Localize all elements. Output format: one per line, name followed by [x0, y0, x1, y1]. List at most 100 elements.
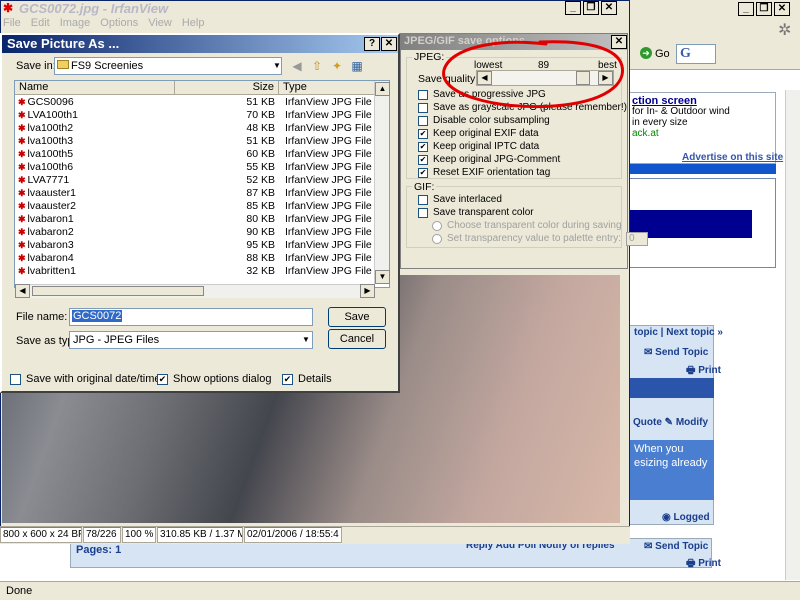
show-options-dialog-option[interactable]: ✔ Show options dialog: [157, 373, 271, 385]
close-icon[interactable]: ✕: [774, 2, 790, 16]
keep-comment-option[interactable]: ✔ Keep original JPG-Comment: [418, 153, 627, 166]
close-icon[interactable]: ✕: [601, 1, 617, 15]
restore-icon[interactable]: ❐: [583, 1, 599, 15]
save-button[interactable]: Save: [328, 307, 386, 327]
file-name: lva100th3: [27, 135, 74, 147]
scroll-up-icon[interactable]: ▲: [375, 82, 390, 96]
file-row[interactable]: ✱ lvabaron3 95 KB IrfanView JPG File: [15, 239, 375, 252]
menu-image[interactable]: Image: [60, 17, 91, 29]
checkbox-checked-icon[interactable]: ✔: [418, 128, 428, 139]
save-transparent-option[interactable]: Save transparent color: [418, 206, 648, 219]
file-row[interactable]: ✱ lvabritten1 32 KB IrfanView JPG File: [15, 265, 375, 278]
new-folder-icon[interactable]: ✦: [329, 58, 345, 74]
save-original-date-option[interactable]: Save with original date/time: [10, 373, 161, 385]
restore-icon[interactable]: ❐: [756, 2, 772, 16]
file-row[interactable]: ✱ lvaauster1 87 KB IrfanView JPG File: [15, 187, 375, 200]
scroll-left-icon[interactable]: ◀: [15, 284, 30, 298]
disable-subsampling-option[interactable]: Disable color subsampling: [418, 114, 627, 127]
option-label: Save transparent color: [433, 206, 534, 218]
back-icon[interactable]: ◀: [289, 58, 305, 74]
help-icon[interactable]: ?: [364, 37, 380, 51]
file-list-vscrollbar[interactable]: [374, 81, 389, 284]
keep-iptc-option[interactable]: ✔ Keep original IPTC data: [418, 140, 627, 153]
option-label: Keep original IPTC data: [433, 140, 540, 152]
file-row[interactable]: ✱ LVA7771 52 KB IrfanView JPG File: [15, 174, 375, 187]
close-icon[interactable]: ✕: [381, 37, 397, 51]
option-label: Disable color subsampling: [433, 114, 550, 126]
file-row[interactable]: ✱ lva100th6 55 KB IrfanView JPG File: [15, 161, 375, 174]
hscroll-thumb[interactable]: [32, 286, 204, 296]
send-topic-link[interactable]: ✉ Send Topic: [644, 347, 708, 358]
menu-options[interactable]: Options: [100, 17, 138, 29]
chevron-down-icon[interactable]: ▼: [300, 332, 312, 348]
advertise-link[interactable]: Advertise on this site: [682, 152, 783, 163]
radio-icon[interactable]: [432, 220, 442, 231]
print-link[interactable]: 🖶 Print: [686, 556, 721, 573]
topic-nav-links[interactable]: topic | Next topic »: [634, 327, 723, 338]
ad-link[interactable]: ack.at: [632, 128, 659, 139]
save-interlaced-option[interactable]: Save interlaced: [418, 193, 648, 206]
file-name: lvaauster1: [27, 187, 76, 199]
go-button[interactable]: Go: [655, 48, 670, 60]
browser-scrollbar[interactable]: [785, 90, 800, 580]
menu-edit[interactable]: Edit: [31, 17, 50, 29]
file-row[interactable]: ✱ lvabaron1 80 KB IrfanView JPG File: [15, 213, 375, 226]
scroll-down-icon[interactable]: ▼: [375, 270, 390, 284]
file-row[interactable]: ✱ lva100th2 48 KB IrfanView JPG File: [15, 122, 375, 135]
checkbox-unchecked-icon[interactable]: [418, 194, 428, 205]
checkbox-unchecked-icon[interactable]: [10, 373, 21, 385]
up-folder-icon[interactable]: ⇧: [309, 58, 325, 74]
jpg-file-icon: ✱: [18, 162, 26, 172]
checkbox-unchecked-icon[interactable]: [418, 115, 428, 126]
reset-orientation-option[interactable]: ✔ Reset EXIF orientation tag: [418, 166, 627, 179]
modify-link[interactable]: Modify: [676, 417, 708, 428]
choose-transparent-radio[interactable]: Choose transparent color during saving: [418, 219, 648, 232]
menu-view[interactable]: View: [148, 17, 172, 29]
checkbox-checked-icon[interactable]: ✔: [418, 141, 428, 152]
checkbox-unchecked-icon[interactable]: [418, 207, 428, 218]
palette-entry-input[interactable]: 0: [626, 231, 648, 246]
view-menu-icon[interactable]: ▦: [349, 58, 365, 74]
set-transparency-radio[interactable]: Set transparency value to palette entry:…: [418, 231, 648, 246]
jpg-file-icon: ✱: [18, 253, 26, 263]
radio-icon[interactable]: [432, 233, 442, 244]
save-in-label: Save in:: [16, 60, 56, 72]
minimize-icon[interactable]: _: [565, 1, 581, 15]
column-size[interactable]: Size: [175, 81, 279, 95]
save-as-type-dropdown[interactable]: JPG - JPEG Files: [69, 331, 313, 349]
send-topic-link[interactable]: ✉ Send Topic: [644, 541, 708, 552]
file-type: IrfanView JPG File: [285, 135, 372, 147]
file-name-input[interactable]: GCS0072: [69, 308, 313, 326]
file-row[interactable]: ✱ lva100th3 51 KB IrfanView JPG File: [15, 135, 375, 148]
file-row[interactable]: ✱ LVA100th1 70 KB IrfanView JPG File: [15, 109, 375, 122]
file-row[interactable]: ✱ lvaauster2 85 KB IrfanView JPG File: [15, 200, 375, 213]
details-option[interactable]: ✔ Details: [282, 373, 332, 385]
menu-file[interactable]: File: [3, 17, 21, 29]
file-row[interactable]: ✱ lvabaron4 88 KB IrfanView JPG File: [15, 252, 375, 265]
file-row[interactable]: ✱ lvabaron2 90 KB IrfanView JPG File: [15, 226, 375, 239]
column-type[interactable]: Type: [279, 81, 375, 95]
ad-text-line: in every size: [632, 117, 688, 128]
checkbox-checked-icon[interactable]: ✔: [282, 373, 293, 385]
file-type: IrfanView JPG File: [285, 96, 372, 108]
google-search-icon[interactable]: G: [676, 44, 716, 64]
keep-exif-option[interactable]: ✔ Keep original EXIF data: [418, 127, 627, 140]
checkbox-checked-icon[interactable]: ✔: [418, 154, 428, 165]
scroll-right-icon[interactable]: ▶: [360, 284, 375, 298]
checkbox-unchecked-icon[interactable]: [418, 89, 428, 100]
minimize-icon[interactable]: _: [738, 2, 754, 16]
menu-help[interactable]: Help: [182, 17, 205, 29]
go-arrow-icon[interactable]: ➜: [640, 47, 652, 59]
save-in-dropdown[interactable]: FS9 Screenies: [54, 57, 282, 75]
chevron-down-icon[interactable]: ▼: [272, 58, 282, 74]
cancel-button[interactable]: Cancel: [328, 329, 386, 349]
quote-link[interactable]: Quote: [633, 417, 662, 428]
file-row[interactable]: ✱ GCS0096 51 KB IrfanView JPG File: [15, 96, 375, 109]
file-type: IrfanView JPG File: [285, 226, 372, 238]
column-name[interactable]: Name: [15, 81, 175, 95]
status-filesize: 310.85 KB / 1.37 M: [157, 527, 243, 543]
file-row[interactable]: ✱ lva100th5 60 KB IrfanView JPG File: [15, 148, 375, 161]
checkbox-unchecked-icon[interactable]: [418, 102, 428, 113]
checkbox-checked-icon[interactable]: ✔: [157, 373, 168, 385]
checkbox-checked-icon[interactable]: ✔: [418, 167, 428, 178]
